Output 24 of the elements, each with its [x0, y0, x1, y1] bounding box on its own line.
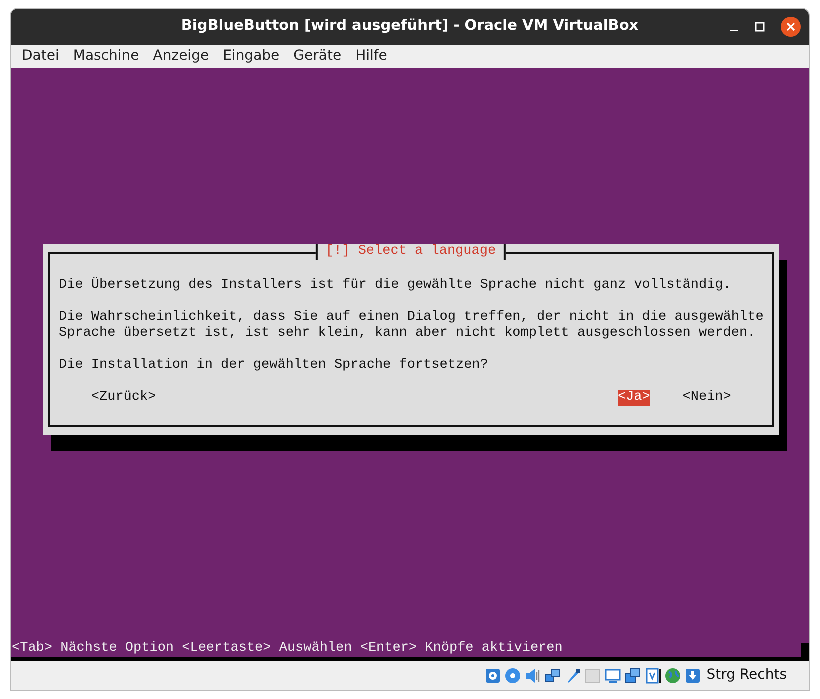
menu-item[interactable]: Geräte: [286, 46, 349, 67]
dialog-text: Die Wahrscheinlichkeit, dass Sie auf einen Dialog treffen, der nicht in die ausgewählte Sprache übersetzt ist, ist sehr klein, kann aber nicht komplett ausgeschlossen werden.: [59, 310, 763, 342]
disc-icon[interactable]: [504, 666, 522, 685]
host-key-label: Strg Rechts: [706, 666, 787, 686]
dialog-button[interactable]: <Ja>: [618, 390, 650, 406]
window-title: BigBlueButton [wird ausgeführt] - Oracle VM VirtualBox: [181, 17, 639, 36]
close-icon[interactable]: [781, 17, 801, 37]
maximize-icon[interactable]: [755, 22, 765, 32]
globe-icon[interactable]: [664, 666, 682, 685]
menu-item[interactable]: Anzeige: [146, 46, 216, 67]
windows-icon[interactable]: [624, 666, 642, 685]
screen-edge: [801, 643, 809, 662]
dialog-button[interactable]: <Zurück>: [91, 390, 156, 406]
dialog-button[interactable]: <Nein>: [682, 390, 732, 406]
dialog-text: Die Übersetzung des Installers ist für die gewählte Sprache nicht ganz vollständig.: [59, 278, 732, 294]
menu-item[interactable]: Datei: [15, 46, 66, 67]
dialog-title: [!] Select a language: [316, 244, 506, 260]
dialog-text: Die Installation in der gewählten Sprache fortsetzen?: [59, 358, 490, 374]
display-icon[interactable]: [604, 666, 622, 685]
speaker-icon[interactable]: [524, 666, 542, 685]
menu-item[interactable]: Maschine: [66, 46, 146, 67]
help-line: <Tab> Nächste Option <Leertaste> Auswählen <Enter> Knöpfe aktivieren: [11, 641, 801, 662]
menu-item[interactable]: Hilfe: [348, 46, 394, 67]
menu-item[interactable]: Eingabe: [216, 46, 287, 67]
